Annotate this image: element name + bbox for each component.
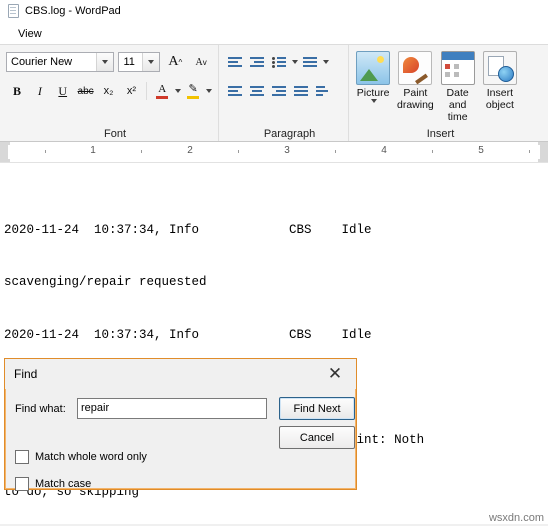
menu-bar: View xyxy=(0,23,548,44)
decrease-indent-button[interactable] xyxy=(225,52,245,72)
shrink-font-button[interactable]: Av xyxy=(190,50,212,74)
grow-font-button[interactable]: A ^ xyxy=(164,50,186,74)
insert-group-label: Insert xyxy=(426,128,455,140)
find-dialog-title-bar: Find ✕ xyxy=(5,359,356,389)
paint-drawing-icon xyxy=(398,51,433,85)
paragraph-settings-button[interactable] xyxy=(313,81,333,101)
bold-icon: B xyxy=(12,83,21,98)
bold-button[interactable]: B xyxy=(6,79,28,103)
strikethrough-icon: abc xyxy=(77,85,94,97)
ruler-mark: 3 xyxy=(284,145,290,156)
font-group-label: Font xyxy=(103,128,126,140)
chevron-down-icon[interactable] xyxy=(370,99,377,103)
font-size-value: 11 xyxy=(123,56,135,68)
align-justify-button[interactable] xyxy=(291,81,311,101)
font-family-combo[interactable]: Courier New xyxy=(6,52,115,72)
document-left-edge xyxy=(0,163,2,524)
date-and-time-label-line2: time xyxy=(447,111,468,123)
checkbox-box xyxy=(15,450,29,464)
checkbox-box xyxy=(15,477,29,491)
find-dialog: Find ✕ Find what: repair Find Next Cance… xyxy=(4,358,357,491)
italic-button[interactable]: I xyxy=(29,79,51,103)
align-right-button[interactable] xyxy=(269,81,289,101)
text-color-swatch xyxy=(156,95,169,99)
document-line: 2020-11-24 10:37:34, Info CBS Idle xyxy=(4,327,372,342)
text-color-button[interactable]: A xyxy=(151,79,173,103)
paragraph-group-label: Paragraph xyxy=(263,128,316,140)
wordpad-document-icon xyxy=(6,4,20,18)
chevron-down-icon[interactable] xyxy=(175,89,182,93)
underline-button[interactable]: U xyxy=(52,79,74,103)
ribbon-group-insert: Picture Paint drawing Date and time Inse… xyxy=(348,45,524,141)
date-and-time-label-line1: Date and xyxy=(446,87,469,111)
chevron-down-icon[interactable] xyxy=(206,89,213,93)
insert-object-icon xyxy=(482,51,517,85)
increase-indent-button[interactable] xyxy=(247,52,267,72)
grow-font-icon: A xyxy=(168,54,179,69)
ribbon: Courier New 11 A ^ Av B I U abc x₂ x² A … xyxy=(0,44,548,142)
find-dialog-title: Find xyxy=(14,367,38,381)
find-what-input[interactable]: repair xyxy=(77,398,267,419)
italic-icon: I xyxy=(37,83,42,98)
ruler-track xyxy=(8,145,540,159)
subscript-button[interactable]: x₂ xyxy=(98,79,120,103)
text-color-icon: A xyxy=(158,82,167,95)
match-whole-word-checkbox[interactable]: Match whole word only xyxy=(15,450,147,464)
document-line: scavenging/repair requested xyxy=(4,275,207,289)
ribbon-group-paragraph: Paragraph xyxy=(218,45,348,141)
align-left-button[interactable] xyxy=(225,81,245,101)
ribbon-group-font: Courier New 11 A ^ Av B I U abc x₂ x² A … xyxy=(0,45,218,141)
superscript-button[interactable]: x² xyxy=(120,79,142,103)
find-next-button[interactable]: Find Next xyxy=(279,397,355,420)
ruler-mark: 4 xyxy=(381,145,387,156)
subscript-icon: x₂ xyxy=(103,85,114,97)
close-icon[interactable]: ✕ xyxy=(314,359,356,389)
chevron-down-icon[interactable] xyxy=(96,53,114,71)
document-line: 2020-11-24 10:37:34, Info CBS Idle xyxy=(4,222,372,237)
match-whole-word-label: Match whole word only xyxy=(35,451,147,463)
line-spacing-button[interactable] xyxy=(300,52,320,72)
ruler-mark: 5 xyxy=(478,145,484,156)
text-highlight-button[interactable]: ✎ xyxy=(182,79,204,103)
wordpad-window: CBS.log - WordPad View Courier New 11 A ^ xyxy=(0,0,548,526)
underline-icon: U xyxy=(58,83,68,98)
find-dialog-body: Find what: repair Find Next Cancel Match… xyxy=(5,389,356,491)
font-family-value: Courier New xyxy=(11,56,73,68)
shrink-font-icon: A xyxy=(195,56,203,68)
insert-object-label-line2: object xyxy=(485,99,514,111)
align-center-button[interactable] xyxy=(247,81,267,101)
title-bar: CBS.log - WordPad xyxy=(0,0,548,23)
chevron-down-icon[interactable] xyxy=(142,53,160,71)
ruler[interactable]: 1 2 3 4 5 xyxy=(0,142,548,163)
superscript-icon: x² xyxy=(126,85,136,97)
find-what-label: Find what: xyxy=(15,403,66,415)
ruler-mark: 2 xyxy=(187,145,193,156)
chevron-down-icon[interactable] xyxy=(292,60,298,64)
window-title: CBS.log - WordPad xyxy=(25,5,121,17)
strikethrough-button[interactable]: abc xyxy=(75,79,97,103)
font-size-combo[interactable]: 11 xyxy=(118,52,161,72)
ruler-mark: 1 xyxy=(90,145,96,156)
paint-drawing-label-line2: drawing xyxy=(396,99,434,111)
chevron-down-icon[interactable] xyxy=(323,60,329,64)
picture-icon xyxy=(356,51,391,85)
menu-item-view[interactable]: View xyxy=(12,26,48,42)
paint-drawing-label-line1: Paint xyxy=(403,87,428,99)
cancel-button[interactable]: Cancel xyxy=(279,426,355,449)
insert-object-label-line1: Insert xyxy=(486,87,513,99)
watermark: wsxdn.com xyxy=(488,512,544,524)
highlight-icon: ✎ xyxy=(188,82,198,95)
match-case-label: Match case xyxy=(35,478,92,490)
toolbar-divider xyxy=(146,82,148,100)
date-and-time-icon xyxy=(440,51,475,85)
match-case-checkbox[interactable]: Match case xyxy=(15,477,91,491)
highlight-color-swatch xyxy=(187,95,200,99)
picture-button-label: Picture xyxy=(356,87,390,99)
bullets-button[interactable] xyxy=(269,52,289,72)
